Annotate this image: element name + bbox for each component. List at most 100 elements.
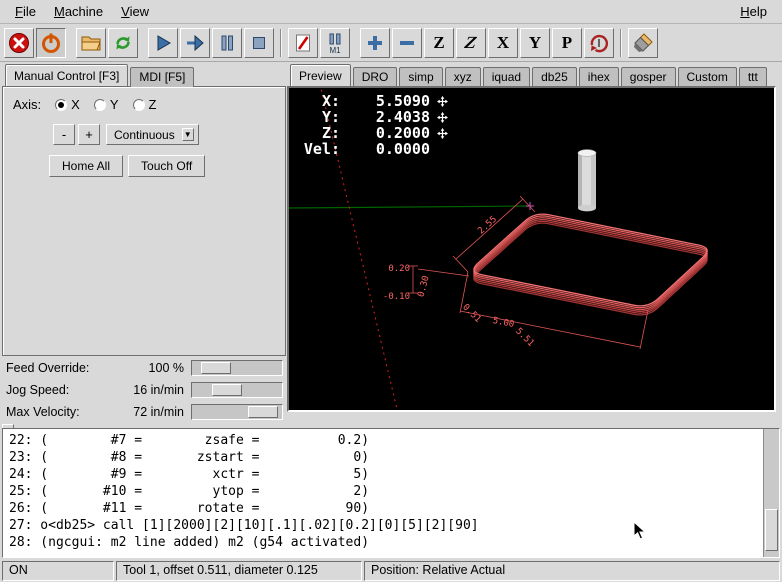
axis-radio-y[interactable]: Y xyxy=(94,97,119,112)
gcode-scrollbar-thumb[interactable] xyxy=(765,509,778,551)
gcode-line: 26: ( #11 = rotate = 90) xyxy=(9,500,759,517)
jog-speed-thumb[interactable] xyxy=(212,384,242,396)
dim-label: 0.30 xyxy=(416,275,431,299)
step-button[interactable] xyxy=(180,28,210,58)
touch-off-button[interactable]: Touch Off xyxy=(128,155,205,177)
rotate-mode-button[interactable] xyxy=(584,28,614,58)
tab-gosper[interactable]: gosper xyxy=(621,67,676,87)
menu-help[interactable]: Help xyxy=(731,2,776,21)
chevron-down-icon: ▼ xyxy=(182,128,194,141)
tab-custom[interactable]: Custom xyxy=(678,67,737,87)
max-velocity-label: Max Velocity: xyxy=(6,405,80,419)
gcode-line: 24: ( #9 = xctr = 5) xyxy=(9,466,759,483)
position-mode-cell: Position: Relative Actual xyxy=(364,561,780,581)
max-velocity-slider[interactable] xyxy=(191,404,283,420)
menu-view[interactable]: View xyxy=(112,2,158,21)
menu-machine[interactable]: Machine xyxy=(45,2,112,21)
open-file-button[interactable] xyxy=(76,28,106,58)
estop-icon xyxy=(7,31,31,55)
jog-speed-row: Jog Speed: 16 in/min xyxy=(2,380,286,401)
machine-state-cell: ON xyxy=(2,561,114,581)
tab-iquad[interactable]: iquad xyxy=(483,67,530,87)
toolpath xyxy=(474,214,707,315)
menu-file[interactable]: File xyxy=(6,2,45,21)
jog-speed-slider[interactable] xyxy=(191,382,283,398)
jog-speed-label: Jog Speed: xyxy=(6,383,69,397)
max-velocity-value: 72 in/min xyxy=(100,405,184,419)
view-front-button[interactable]: Y xyxy=(520,28,550,58)
menubar: File Machine View Help xyxy=(0,0,782,24)
dim-label: 5.51 xyxy=(513,326,535,348)
machine-power-button[interactable] xyxy=(36,28,66,58)
dim-label: 2.55 xyxy=(476,215,499,237)
jog-minus-button[interactable]: - xyxy=(53,124,75,145)
gcode-listing: 22: ( #7 = zsafe = 0.2) 23: ( #8 = zstar… xyxy=(2,428,780,558)
feed-override-label: Feed Override: xyxy=(6,361,89,375)
view-perspective-icon: P xyxy=(562,33,572,53)
axis-label: Axis: xyxy=(13,97,41,112)
zoom-in-icon xyxy=(363,31,387,55)
preview-canvas[interactable]: X:5.5090 Y:2.4038 Z:0.2000 Vel:0.0000 xyxy=(287,86,776,412)
axis-radio-z[interactable]: Z xyxy=(133,97,157,112)
manual-control-panel: Manual Control [F3] MDI [F5] Axis: X Y Z… xyxy=(2,64,286,356)
tab-db25[interactable]: db25 xyxy=(532,67,577,87)
dim-label: -0.10 xyxy=(383,292,410,302)
max-velocity-thumb[interactable] xyxy=(248,406,278,418)
toolbar: M1 Z Z X Y P xyxy=(0,24,782,62)
feed-override-row: Feed Override: 100 % xyxy=(2,358,286,379)
left-notebook-tabs: Manual Control [F3] MDI [F5] xyxy=(2,64,286,86)
run-button[interactable] xyxy=(148,28,178,58)
step-icon xyxy=(183,31,207,55)
jog-speed-value: 16 in/min xyxy=(100,383,184,397)
optional-pause-icon: M1 xyxy=(323,31,347,55)
clear-plot-button[interactable] xyxy=(628,28,658,58)
reload-icon xyxy=(111,31,135,55)
gcode-scrollbar[interactable] xyxy=(763,429,779,557)
dim-label: 5.00 xyxy=(492,316,515,330)
view-side-button[interactable]: X xyxy=(488,28,518,58)
gcode-line: 23: ( #8 = zstart = 0) xyxy=(9,449,759,466)
view-side-icon: X xyxy=(497,33,509,53)
tab-preview[interactable]: Preview xyxy=(290,64,351,86)
zoom-in-button[interactable] xyxy=(360,28,390,58)
view-perspective-button[interactable]: P xyxy=(552,28,582,58)
skip-lines-button[interactable] xyxy=(288,28,318,58)
tab-dro[interactable]: DRO xyxy=(353,67,398,87)
view-front-icon: Y xyxy=(529,33,541,53)
axis-radio-x[interactable]: X xyxy=(55,97,80,112)
stop-icon xyxy=(247,31,271,55)
home-all-button[interactable]: Home All xyxy=(49,155,123,177)
svg-text:M1: M1 xyxy=(329,46,341,55)
feed-override-slider[interactable] xyxy=(191,360,283,376)
dro-readout: X:5.5090 Y:2.4038 Z:0.2000 Vel:0.0000 xyxy=(295,93,448,157)
dim-label: 0.20 xyxy=(388,264,410,274)
x-axis-line xyxy=(289,206,530,208)
dro-z-row: Z:0.2000 xyxy=(295,125,448,141)
toolbar-separator xyxy=(280,29,282,57)
pause-button[interactable] xyxy=(212,28,242,58)
homed-icon xyxy=(437,128,448,139)
view-top-button[interactable]: Z xyxy=(424,28,454,58)
tab-ihex[interactable]: ihex xyxy=(579,67,619,87)
gcode-line: 22: ( #7 = zsafe = 0.2) xyxy=(9,432,759,449)
view-top-icon: Z xyxy=(433,33,444,53)
gcode-line: 25: ( #10 = ytop = 2) xyxy=(9,483,759,500)
view-rotated-top-button[interactable]: Z xyxy=(456,28,486,58)
reload-button[interactable] xyxy=(108,28,138,58)
tab-mdi[interactable]: MDI [F5] xyxy=(130,67,194,87)
tab-simp[interactable]: simp xyxy=(399,67,442,87)
skip-lines-slash-icon xyxy=(291,31,315,55)
tab-manual-control[interactable]: Manual Control [F3] xyxy=(5,64,128,86)
zoom-out-icon xyxy=(395,31,419,55)
dro-y-row: Y:2.4038 xyxy=(295,109,448,125)
tab-xyz[interactable]: xyz xyxy=(445,67,481,87)
jog-plus-button[interactable]: + xyxy=(78,124,100,145)
estop-button[interactable] xyxy=(4,28,34,58)
dimension-labels: 2.55 0.30 0.20 -0.10 5.00 0.51 5.51 xyxy=(383,215,536,349)
zoom-out-button[interactable] xyxy=(392,28,422,58)
optional-pause-button[interactable]: M1 xyxy=(320,28,350,58)
stop-button[interactable] xyxy=(244,28,274,58)
tab-ttt[interactable]: ttt xyxy=(739,67,767,87)
jog-mode-dropdown[interactable]: Continuous ▼ xyxy=(106,124,199,145)
feed-override-thumb[interactable] xyxy=(201,362,231,374)
